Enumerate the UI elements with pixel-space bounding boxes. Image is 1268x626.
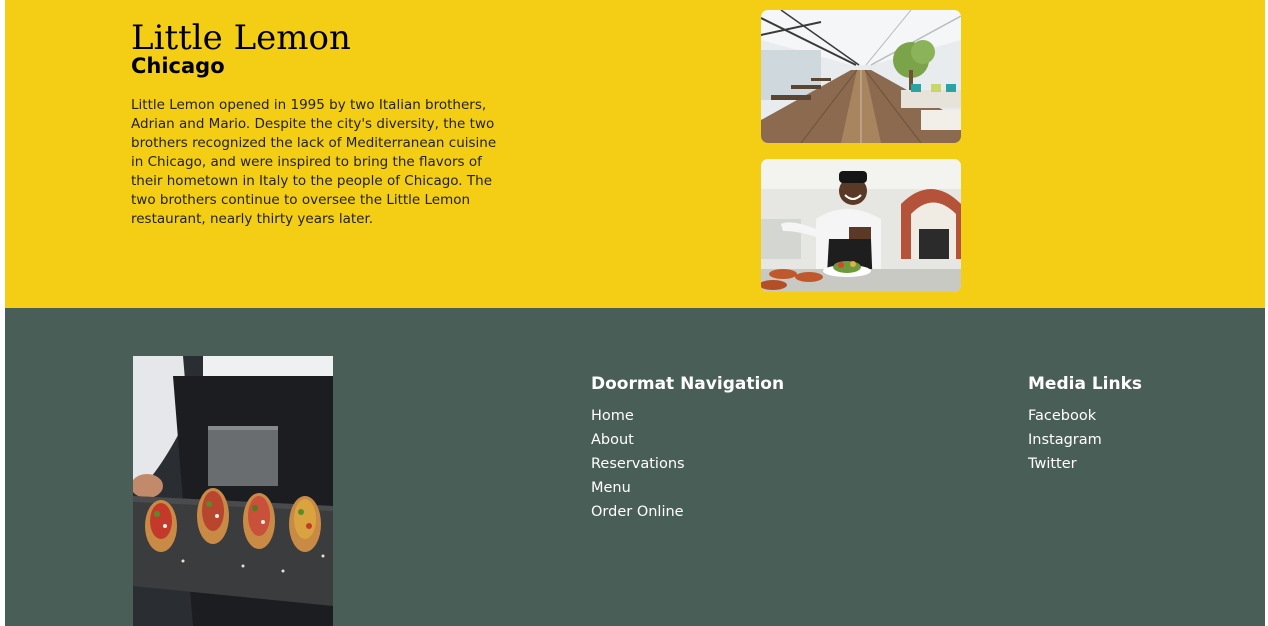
chef-plating-photo — [761, 159, 961, 292]
about-section: Little Lemon Chicago Little Lemon opened… — [5, 0, 1265, 308]
nav-link-reservations[interactable]: Reservations — [591, 452, 784, 476]
nav-link-about[interactable]: About — [591, 428, 784, 452]
media-link-instagram[interactable]: Instagram — [1028, 428, 1142, 452]
bruschetta-platter-photo — [133, 356, 333, 626]
media-links: Media Links Facebook Instagram Twitter — [1028, 372, 1142, 476]
about-description: Little Lemon opened in 1995 by two Itali… — [131, 97, 497, 227]
media-link-facebook[interactable]: Facebook — [1028, 404, 1142, 428]
doormat-navigation-heading: Doormat Navigation — [591, 374, 785, 394]
media-links-list: Facebook Instagram Twitter — [1028, 404, 1142, 476]
nav-link-home[interactable]: Home — [591, 404, 784, 428]
media-links-heading: Media Links — [1028, 374, 1143, 394]
about-subtitle: Chicago — [131, 54, 225, 78]
doormat-navigation: Doormat Navigation Home About Reservatio… — [591, 372, 784, 524]
restaurant-interior-photo — [761, 10, 961, 143]
media-link-twitter[interactable]: Twitter — [1028, 452, 1142, 476]
nav-link-order-online[interactable]: Order Online — [591, 500, 784, 524]
doormat-navigation-list: Home About Reservations Menu Order Onlin… — [591, 404, 784, 524]
nav-link-menu[interactable]: Menu — [591, 476, 784, 500]
footer: Doormat Navigation Home About Reservatio… — [5, 308, 1265, 626]
